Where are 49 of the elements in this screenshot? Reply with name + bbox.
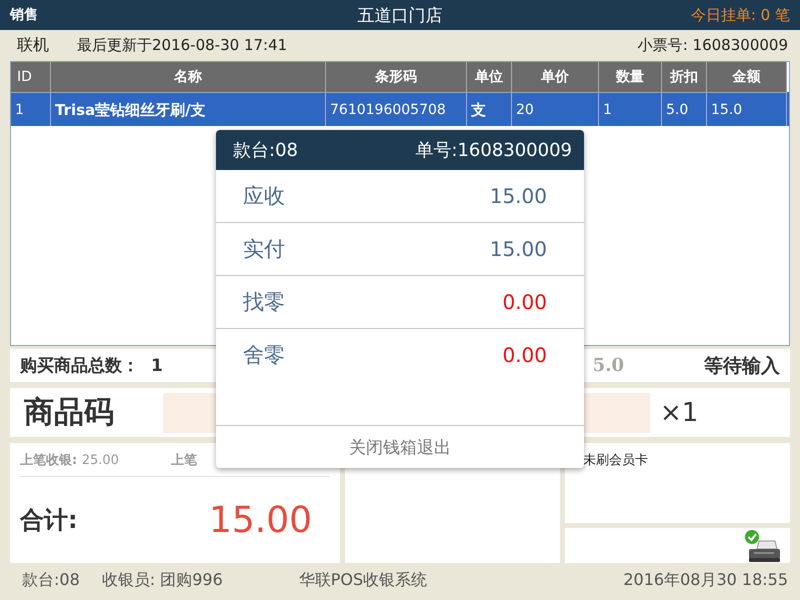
column-header: 名称 <box>51 62 326 92</box>
column-header: 单价 <box>512 62 599 92</box>
last-sale-label: 上笔 <box>170 452 197 468</box>
table-cell: 1 <box>11 92 51 126</box>
order-number: 单号:1608300009 <box>415 139 572 162</box>
date-time: 2016年08月30 18:55 <box>623 570 788 591</box>
quantity: ×1 <box>660 398 698 428</box>
table-cell: 7610196005708 <box>326 92 467 126</box>
table-cell: 15.0 <box>707 92 787 126</box>
system-name: 华联POS收银系统 <box>298 570 428 591</box>
dialog-counter: 款台:08 <box>233 139 298 162</box>
payment-label: 实付 <box>243 236 285 263</box>
total-amount: 15.00 <box>208 500 312 540</box>
connection-status: 联机 <box>17 35 49 56</box>
table-cell: 20 <box>512 92 599 126</box>
table-cell: 支 <box>467 92 512 126</box>
payment-amount: 0.00 <box>502 343 547 367</box>
payment-label: 应收 <box>243 183 285 210</box>
payment-label: 舍零 <box>243 342 285 369</box>
payment-amount: 0.00 <box>502 290 547 314</box>
receipt-number: 小票号: 1608300009 <box>638 36 788 55</box>
payment-label: 找零 <box>243 289 285 316</box>
cashier: 收银员: 团购996 <box>102 570 223 591</box>
table-cell: Trisa莹钻细丝牙刷/支 <box>51 92 326 126</box>
store-name: 五道口门店 <box>358 4 442 26</box>
pending-orders: 今日挂单: 0 笔 <box>690 6 790 24</box>
total-label: 合计: <box>20 505 78 536</box>
item-count: 1 <box>151 356 163 376</box>
table-cell: 5.0 <box>662 92 707 126</box>
last-sale: 上笔收银: 25.00 <box>20 452 119 468</box>
payment-amount: 15.00 <box>490 184 547 208</box>
barcode-label: 商品码 <box>24 394 115 432</box>
table-cell: 1 <box>599 92 662 126</box>
discount-value: 5.0 <box>592 355 624 376</box>
column-header: 金额 <box>707 62 787 92</box>
column-header: ID <box>11 62 51 92</box>
item-count-label: 购买商品总数： <box>20 355 139 377</box>
last-update: 最后更新于2016-08-30 17:41 <box>77 36 288 55</box>
column-header: 数量 <box>599 62 662 92</box>
column-header: 折扣 <box>662 62 707 92</box>
column-header: 条形码 <box>326 62 467 92</box>
status-text: 等待输入 <box>704 354 780 378</box>
member-status: 未刷会员卡 <box>583 453 648 468</box>
table-row[interactable]: 1 Trisa莹钻细丝牙刷/支 7610196005708 支 20 1 5.0 15.0 <box>11 92 789 126</box>
payment-amount: 15.00 <box>490 237 547 261</box>
counter-number: 款台:08 <box>22 570 80 591</box>
mode-label: 销售 <box>10 6 38 24</box>
column-header: 单位 <box>467 62 512 92</box>
close-drawer-button[interactable]: 关闭钱箱退出 <box>216 426 584 468</box>
